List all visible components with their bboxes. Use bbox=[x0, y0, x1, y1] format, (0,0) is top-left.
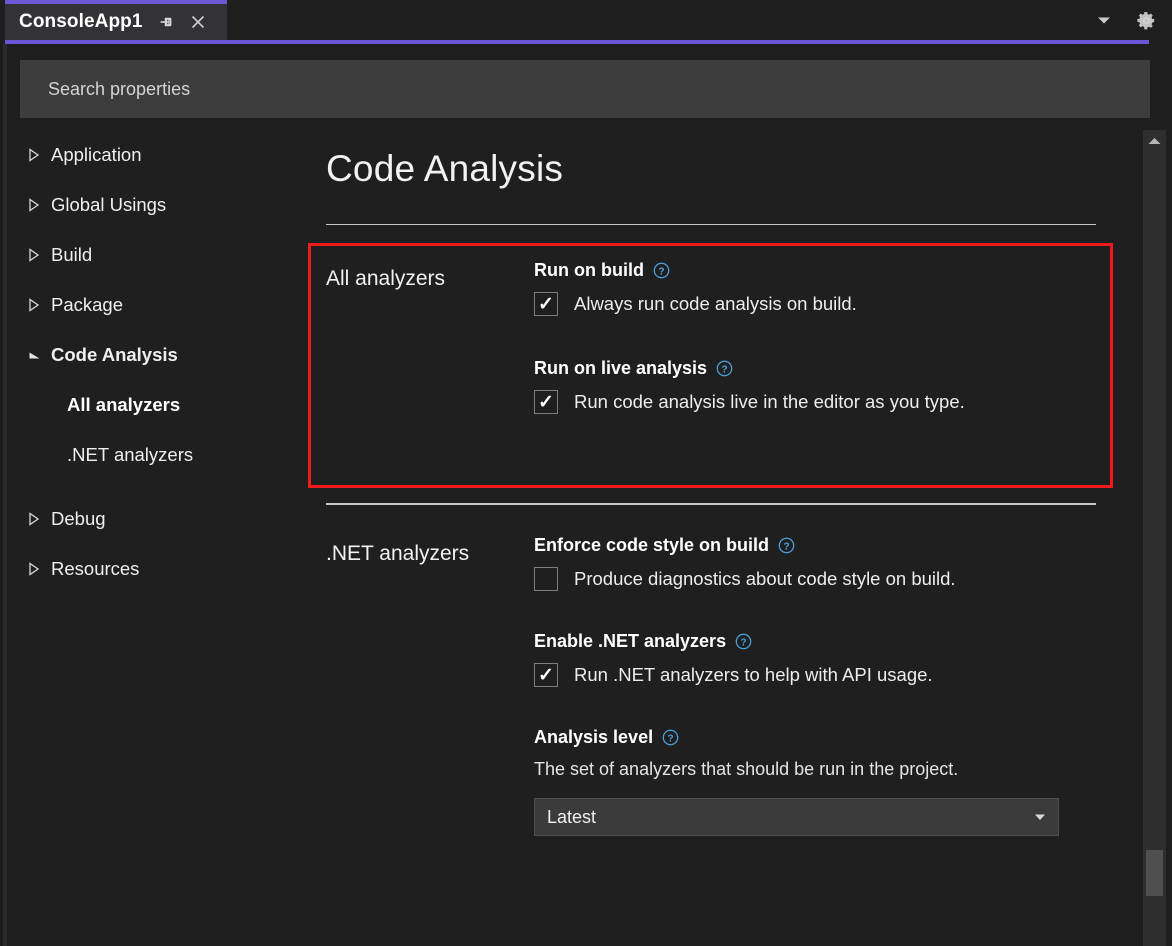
section-all-analyzers: All analyzers Run on build ? ✓ Always ru… bbox=[326, 260, 1106, 414]
checkbox-produce-diagnostics-code-style[interactable]: ✓ Produce diagnostics about code style o… bbox=[534, 567, 1106, 591]
chevron-down-icon[interactable] bbox=[1092, 8, 1116, 32]
checkbox-box[interactable]: ✓ bbox=[534, 567, 558, 591]
scroll-up-arrow-icon[interactable] bbox=[1143, 130, 1166, 152]
checkbox-run-dotnet-analyzers-api-usage[interactable]: ✓ Run .NET analyzers to help with API us… bbox=[534, 663, 1106, 687]
sidebar-item-build[interactable]: Build bbox=[7, 230, 307, 280]
checkbox-run-code-analysis-live[interactable]: ✓ Run code analysis live in the editor a… bbox=[534, 390, 1106, 414]
svg-text:?: ? bbox=[783, 541, 789, 552]
sidebar-item-package[interactable]: Package bbox=[7, 280, 307, 330]
chevron-right-icon bbox=[23, 298, 45, 312]
sidebar-item-debug[interactable]: Debug bbox=[7, 494, 307, 544]
close-icon[interactable] bbox=[188, 12, 208, 32]
field-label: Enable .NET analyzers bbox=[534, 631, 726, 652]
sidebar-item-application[interactable]: Application bbox=[7, 130, 307, 180]
sidebar-item-global-usings[interactable]: Global Usings bbox=[7, 180, 307, 230]
checkbox-box[interactable]: ✓ bbox=[534, 390, 558, 414]
window-right-edge bbox=[1166, 44, 1172, 946]
title-bar: ConsoleApp1 bbox=[0, 0, 1172, 44]
field-label: Run on live analysis bbox=[534, 358, 707, 379]
checkbox-box[interactable]: ✓ bbox=[534, 292, 558, 316]
chevron-right-icon bbox=[23, 512, 45, 526]
field-enforce-code-style-on-build: Enforce code style on build ? ✓ Produce … bbox=[534, 535, 1106, 591]
help-circle-icon[interactable]: ? bbox=[716, 360, 733, 377]
pin-icon[interactable] bbox=[157, 13, 175, 31]
help-circle-icon[interactable]: ? bbox=[778, 537, 795, 554]
help-circle-icon[interactable]: ? bbox=[735, 633, 752, 650]
section-body-all-analyzers: Run on build ? ✓ Always run code analysi… bbox=[534, 260, 1106, 414]
field-title-row: Run on build ? bbox=[534, 260, 1106, 281]
properties-main-panel: Code Analysis All analyzers Run on build… bbox=[307, 130, 1139, 946]
page-title: Code Analysis bbox=[326, 148, 563, 190]
field-title-row: Run on live analysis ? bbox=[534, 358, 1106, 379]
sidebar-item-label: Debug bbox=[51, 508, 106, 530]
help-circle-icon[interactable]: ? bbox=[653, 262, 670, 279]
checkbox-label: Run code analysis live in the editor as … bbox=[574, 391, 965, 413]
chevron-down-icon bbox=[23, 349, 45, 362]
sidebar-item-all-analyzers[interactable]: All analyzers bbox=[7, 380, 307, 430]
chevron-right-icon bbox=[23, 148, 45, 162]
analysis-level-description: The set of analyzers that should be run … bbox=[534, 759, 1106, 780]
window-left-gutter bbox=[0, 0, 7, 946]
field-label: Analysis level bbox=[534, 727, 653, 748]
field-run-on-build: Run on build ? ✓ Always run code analysi… bbox=[534, 260, 1106, 316]
section-dotnet-analyzers: .NET analyzers Enforce code style on bui… bbox=[326, 535, 1106, 836]
checkbox-label: Produce diagnostics about code style on … bbox=[574, 568, 956, 590]
checkbox-label: Always run code analysis on build. bbox=[574, 293, 857, 315]
chevron-right-icon bbox=[23, 562, 45, 576]
sidebar-item-label: All analyzers bbox=[67, 394, 180, 416]
section-divider bbox=[326, 503, 1096, 505]
sidebar-item-label: Package bbox=[51, 294, 123, 316]
title-bar-actions bbox=[1092, 0, 1164, 40]
vertical-scrollbar[interactable] bbox=[1143, 130, 1166, 946]
svg-text:?: ? bbox=[658, 266, 664, 277]
properties-navigation-sidebar: Application Global Usings Build Package … bbox=[7, 130, 307, 946]
sidebar-item-label: Code Analysis bbox=[51, 344, 178, 366]
svg-text:?: ? bbox=[668, 733, 674, 744]
help-circle-icon[interactable]: ? bbox=[662, 729, 679, 746]
document-tab-consoleapp1[interactable]: ConsoleApp1 bbox=[5, 0, 227, 44]
check-icon: ✓ bbox=[538, 393, 554, 412]
document-tab-label: ConsoleApp1 bbox=[19, 11, 143, 33]
checkbox-label: Run .NET analyzers to help with API usag… bbox=[574, 664, 933, 686]
svg-text:?: ? bbox=[741, 637, 747, 648]
gear-icon[interactable] bbox=[1134, 8, 1158, 32]
field-title-row: Enforce code style on build ? bbox=[534, 535, 1106, 556]
search-input[interactable] bbox=[46, 78, 1150, 101]
field-analysis-level: Analysis level ? The set of analyzers th… bbox=[534, 727, 1106, 836]
chevron-down-icon[interactable] bbox=[1032, 809, 1048, 825]
analysis-level-value: Latest bbox=[547, 807, 596, 828]
window-left-edge bbox=[0, 0, 3, 946]
sidebar-item-label: Global Usings bbox=[51, 194, 166, 216]
checkbox-always-run-code-analysis-on-build[interactable]: ✓ Always run code analysis on build. bbox=[534, 292, 1106, 316]
tab-accent-top-bar bbox=[5, 0, 227, 4]
scrollbar-thumb[interactable] bbox=[1146, 850, 1163, 896]
sidebar-item-label: .NET analyzers bbox=[67, 444, 193, 466]
analysis-level-dropdown[interactable]: Latest bbox=[534, 798, 1059, 836]
sidebar-item-label: Application bbox=[51, 144, 142, 166]
sidebar-item-dotnet-analyzers[interactable]: .NET analyzers bbox=[7, 430, 307, 480]
field-run-on-live-analysis: Run on live analysis ? ✓ Run code analys… bbox=[534, 358, 1106, 414]
checkbox-box[interactable]: ✓ bbox=[534, 663, 558, 687]
field-title-row: Analysis level ? bbox=[534, 727, 1106, 748]
title-divider bbox=[326, 224, 1096, 225]
field-title-row: Enable .NET analyzers ? bbox=[534, 631, 1106, 652]
tab-accent-underline bbox=[5, 40, 1149, 44]
sidebar-item-label: Build bbox=[51, 244, 92, 266]
section-body-dotnet-analyzers: Enforce code style on build ? ✓ Produce … bbox=[534, 535, 1106, 836]
svg-text:?: ? bbox=[722, 364, 728, 375]
section-label-dotnet-analyzers: .NET analyzers bbox=[326, 535, 534, 836]
search-properties-box[interactable] bbox=[20, 60, 1150, 118]
chevron-right-icon bbox=[23, 198, 45, 212]
field-label: Enforce code style on build bbox=[534, 535, 769, 556]
sidebar-item-resources[interactable]: Resources bbox=[7, 544, 307, 594]
section-label-all-analyzers: All analyzers bbox=[326, 260, 534, 414]
field-label: Run on build bbox=[534, 260, 644, 281]
field-enable-dotnet-analyzers: Enable .NET analyzers ? ✓ Run .NET analy… bbox=[534, 631, 1106, 687]
check-icon: ✓ bbox=[538, 666, 554, 685]
check-icon: ✓ bbox=[538, 295, 554, 314]
sidebar-item-code-analysis[interactable]: Code Analysis bbox=[7, 330, 307, 380]
sidebar-item-label: Resources bbox=[51, 558, 139, 580]
chevron-right-icon bbox=[23, 248, 45, 262]
